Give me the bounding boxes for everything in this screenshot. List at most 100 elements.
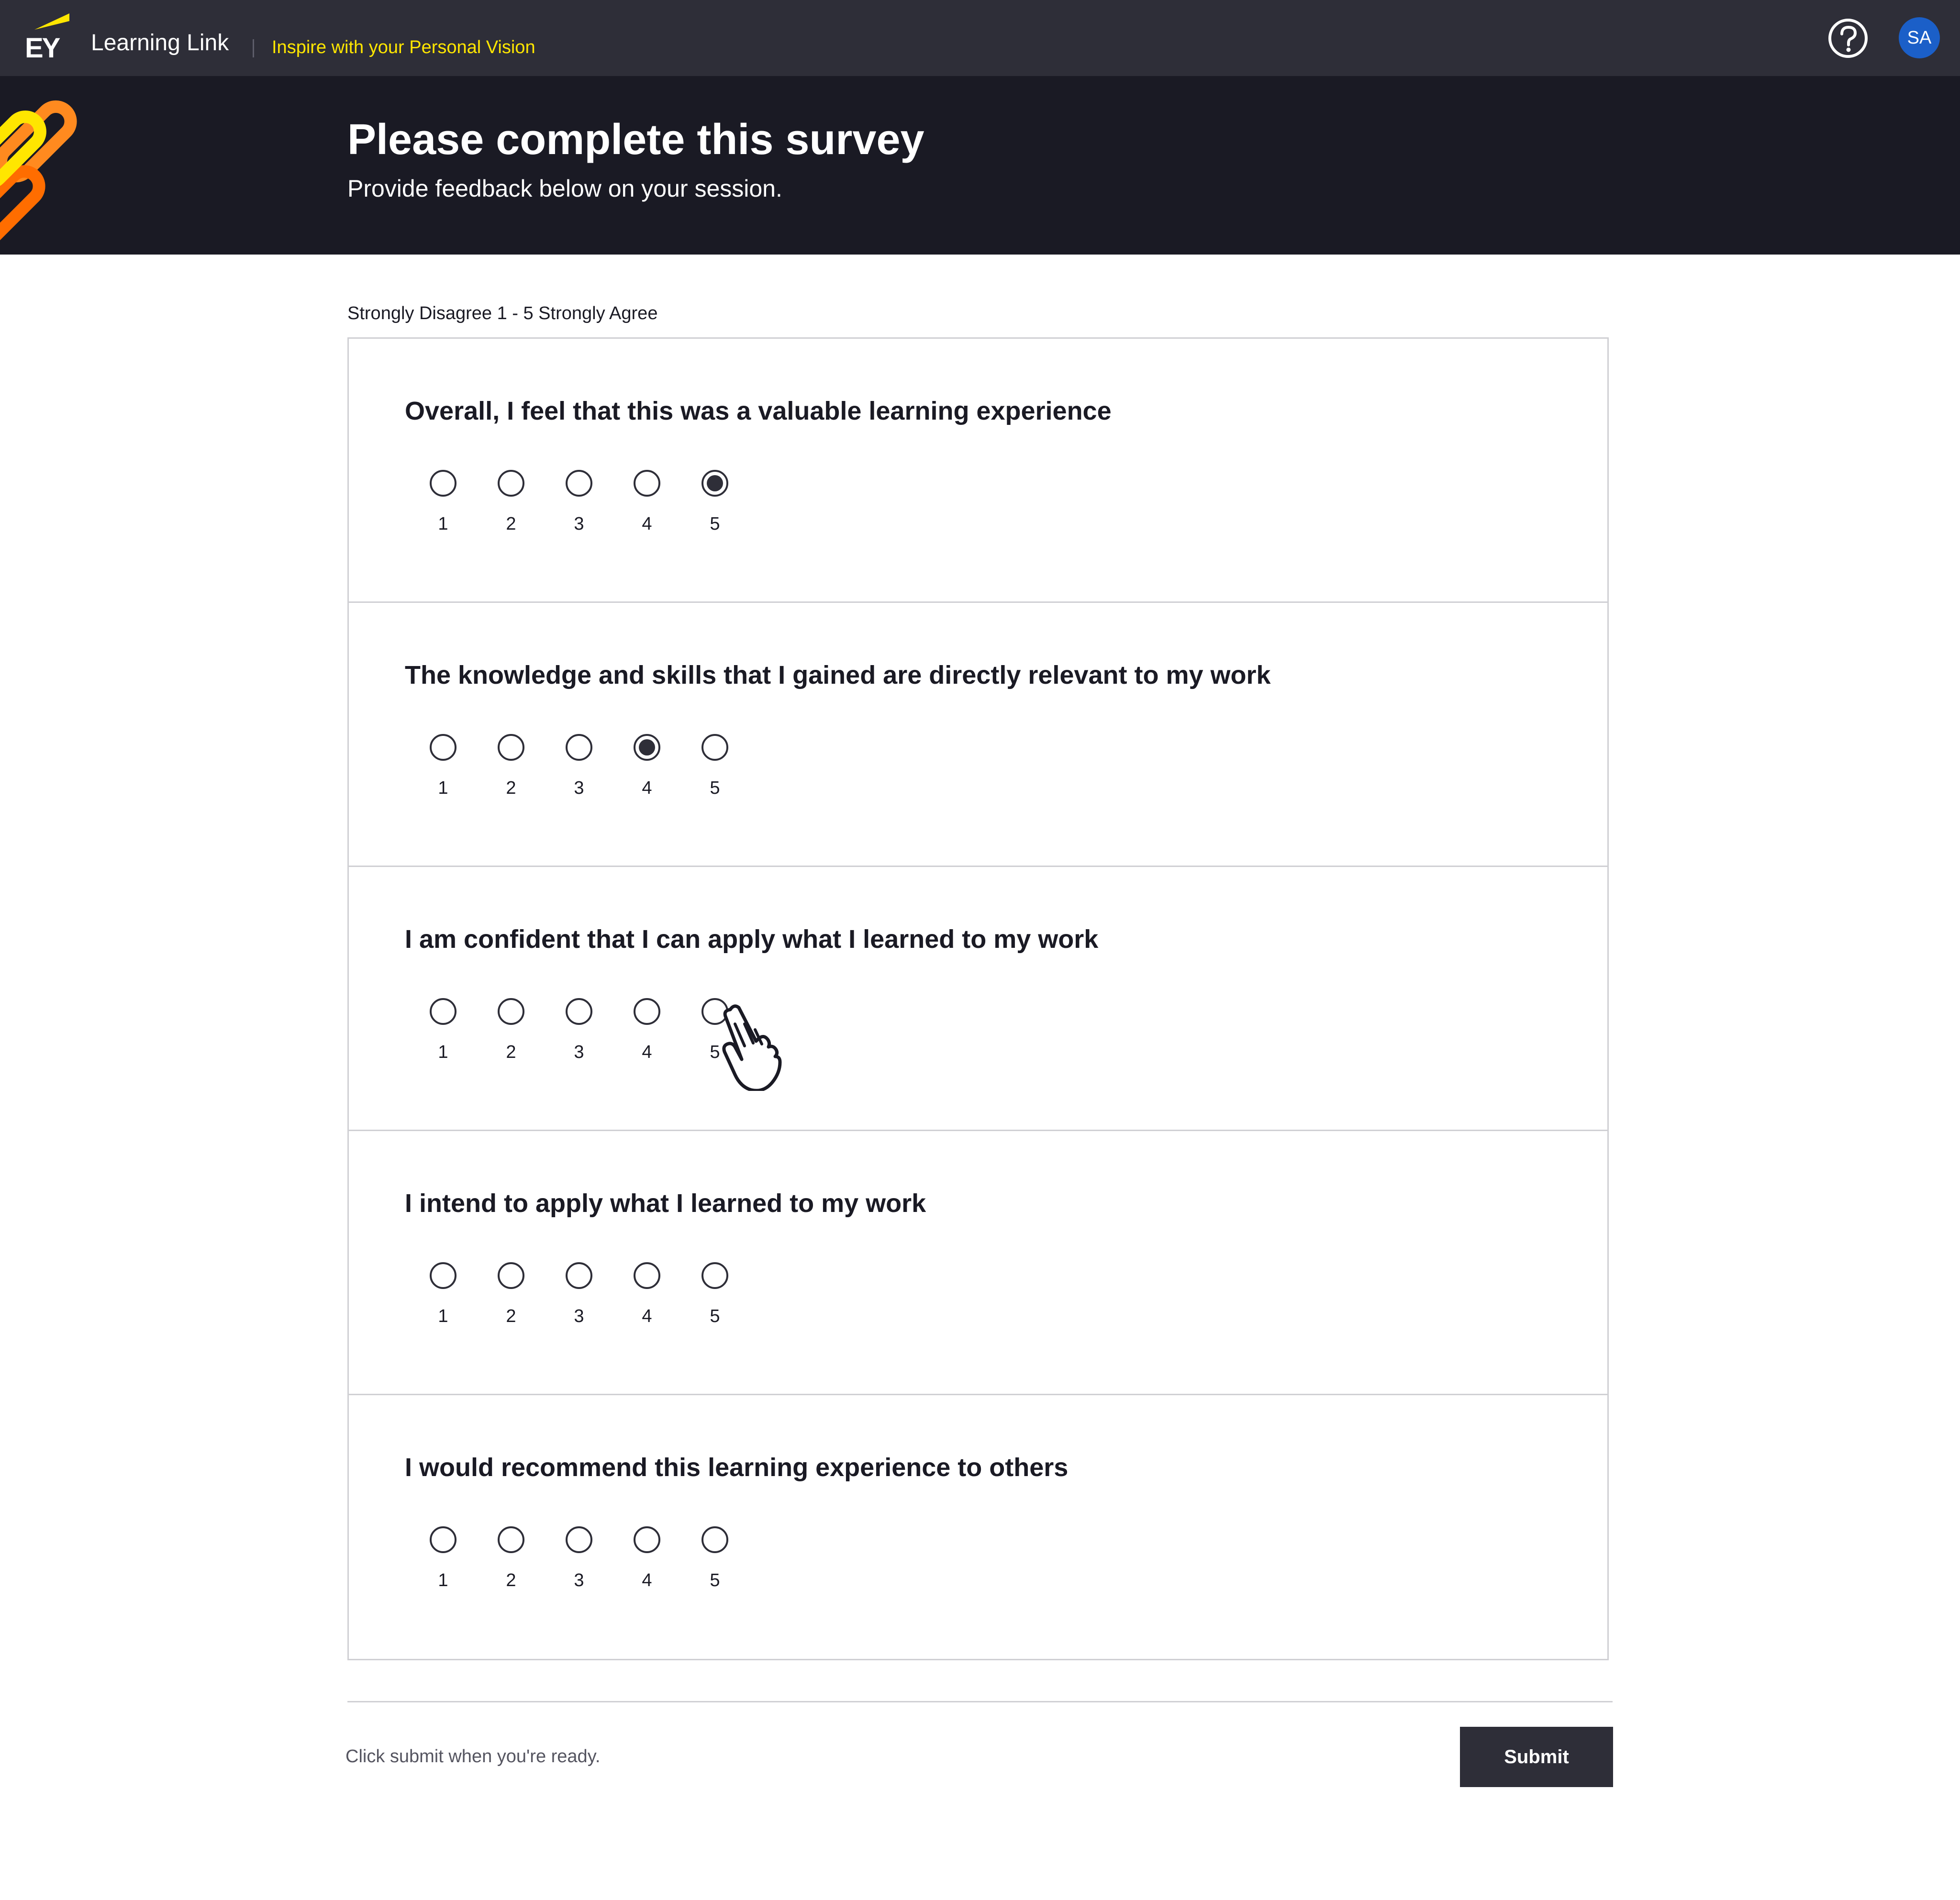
rating-label: 5 (710, 1306, 720, 1326)
rating-option[interactable]: 4 (625, 734, 668, 815)
radio-button[interactable] (430, 1526, 457, 1553)
rating-label: 3 (574, 1042, 584, 1062)
radio-button[interactable] (634, 470, 660, 497)
header-divider (253, 39, 254, 57)
user-avatar[interactable]: SA (1899, 17, 1940, 58)
page-subtitle: Provide feedback below on your session. (347, 175, 782, 202)
footer-divider (347, 1701, 1613, 1702)
radio-button[interactable] (634, 1526, 660, 1553)
question-text: Overall, I feel that this was a valuable… (405, 397, 1112, 425)
radio-button[interactable] (430, 998, 457, 1025)
question-text: I intend to apply what I learned to my w… (405, 1189, 926, 1218)
survey-question: I intend to apply what I learned to my w… (349, 1131, 1607, 1395)
radio-button[interactable] (430, 734, 457, 761)
radio-button[interactable] (498, 998, 524, 1025)
radio-button[interactable] (430, 1262, 457, 1289)
rating-option[interactable]: 4 (625, 1262, 668, 1344)
rating-option[interactable]: 5 (693, 1262, 736, 1344)
radio-button[interactable] (498, 734, 524, 761)
rating-option[interactable]: 3 (557, 734, 601, 815)
radio-button[interactable] (566, 470, 592, 497)
rating-label: 2 (506, 1306, 516, 1326)
question-text: I would recommend this learning experien… (405, 1453, 1069, 1482)
radio-button[interactable] (566, 1262, 592, 1289)
radio-button[interactable] (634, 734, 660, 761)
rating-option[interactable]: 2 (490, 470, 533, 551)
radio-button[interactable] (498, 470, 524, 497)
rating-option[interactable]: 4 (625, 1526, 668, 1608)
radio-button[interactable] (498, 1526, 524, 1553)
radio-button[interactable] (634, 998, 660, 1025)
rating-label: 1 (438, 1306, 448, 1326)
rating-label: 4 (642, 1306, 652, 1326)
rating-label: 3 (574, 514, 584, 534)
submit-hint: Click submit when you're ready. (345, 1746, 601, 1767)
radio-button[interactable] (702, 470, 728, 497)
survey-question: I would recommend this learning experien… (349, 1395, 1607, 1659)
rating-option[interactable]: 1 (422, 1526, 465, 1608)
rating-option[interactable]: 1 (422, 1262, 465, 1344)
rating-label: 4 (642, 514, 652, 534)
rating-label: 1 (438, 778, 448, 798)
radio-button[interactable] (498, 1262, 524, 1289)
rating-label: 5 (710, 1570, 720, 1590)
question-text: I am confident that I can apply what I l… (405, 925, 1099, 954)
radio-button[interactable] (702, 734, 728, 761)
radio-button[interactable] (566, 998, 592, 1025)
rating-option[interactable]: 5 (693, 470, 736, 551)
rating-label: 2 (506, 778, 516, 798)
rating-option[interactable]: 1 (422, 470, 465, 551)
question-circle-icon[interactable] (1827, 17, 1869, 59)
survey-question: Overall, I feel that this was a valuable… (349, 339, 1607, 603)
rating-option[interactable]: 4 (625, 998, 668, 1079)
rating-option[interactable]: 1 (422, 734, 465, 815)
rating-option[interactable]: 2 (490, 1262, 533, 1344)
rating-label: 5 (710, 514, 720, 534)
hero-banner: Please complete this survey Provide feed… (0, 76, 1960, 255)
rating-label: 4 (642, 778, 652, 798)
radio-button[interactable] (566, 734, 592, 761)
rating-option[interactable]: 3 (557, 998, 601, 1079)
rating-option[interactable]: 3 (557, 1262, 601, 1344)
radio-button[interactable] (566, 1526, 592, 1553)
rating-option[interactable]: 3 (557, 1526, 601, 1608)
rating-label: 4 (642, 1570, 652, 1590)
rating-label: 2 (506, 514, 516, 534)
rating-option[interactable]: 2 (490, 734, 533, 815)
top-nav-bar: EY Learning Link Inspire with your Perso… (0, 0, 1960, 76)
rating-label: 2 (506, 1570, 516, 1590)
rating-label: 3 (574, 1570, 584, 1590)
question-text: The knowledge and skills that I gained a… (405, 661, 1271, 689)
rating-label: 5 (710, 778, 720, 798)
rating-label: 1 (438, 1570, 448, 1590)
rating-option[interactable]: 2 (490, 1526, 533, 1608)
page-title: Please complete this survey (347, 116, 924, 164)
scale-legend: Strongly Disagree 1 - 5 Strongly Agree (347, 303, 658, 323)
radio-button[interactable] (634, 1262, 660, 1289)
survey-question: I am confident that I can apply what I l… (349, 867, 1607, 1131)
rating-option[interactable]: 2 (490, 998, 533, 1079)
survey-question: The knowledge and skills that I gained a… (349, 603, 1607, 867)
radio-button[interactable] (430, 470, 457, 497)
rating-option[interactable]: 5 (693, 1526, 736, 1608)
rating-label: 1 (438, 514, 448, 534)
svg-text:EY: EY (25, 33, 60, 60)
rating-label: 3 (574, 778, 584, 798)
hand-pointer-icon (722, 1004, 782, 1091)
survey-form: Overall, I feel that this was a valuable… (347, 337, 1609, 1660)
header-tagline: Inspire with your Personal Vision (272, 37, 535, 57)
radio-button[interactable] (702, 1262, 728, 1289)
rating-option[interactable]: 1 (422, 998, 465, 1079)
rating-label: 4 (642, 1042, 652, 1062)
rating-option[interactable]: 3 (557, 470, 601, 551)
rating-label: 3 (574, 1306, 584, 1326)
app-name[interactable]: Learning Link (91, 32, 229, 55)
rating-label: 1 (438, 1042, 448, 1062)
ey-logo[interactable]: EY (24, 12, 72, 60)
rating-option[interactable]: 5 (693, 734, 736, 815)
radio-button[interactable] (702, 1526, 728, 1553)
rating-option[interactable]: 4 (625, 470, 668, 551)
submit-button[interactable]: Submit (1460, 1727, 1613, 1787)
rating-label: 2 (506, 1042, 516, 1062)
chain-link-decoration (0, 100, 77, 254)
